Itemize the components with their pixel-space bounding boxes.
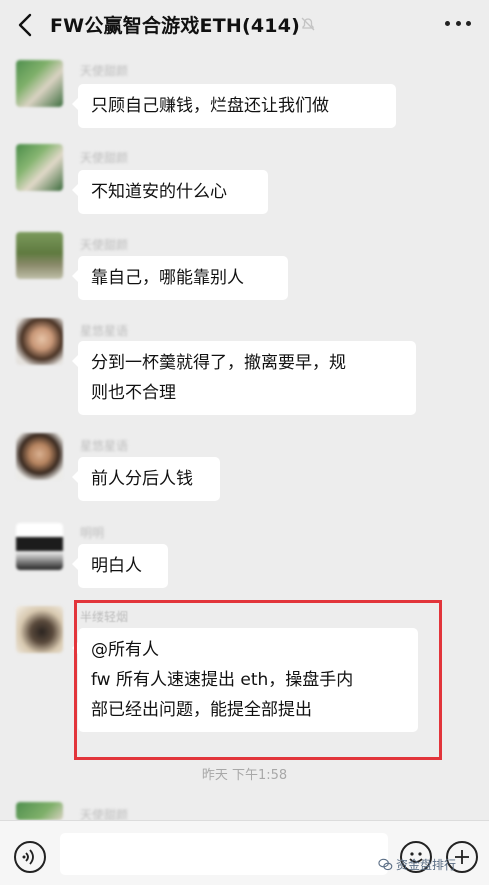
sender-name-blurred: 天使甜颜 [80,64,129,78]
sender-name-blurred: 天使甜颜 [80,151,129,165]
message-text: 靠自己，哪能靠别人 [91,268,244,288]
message-bubble[interactable]: 靠自己，哪能靠别人 [72,256,288,300]
avatar[interactable] [16,523,63,570]
message-text: 不知道安的什么心 [91,182,227,202]
avatar[interactable] [16,606,63,653]
wechat-logo-icon [378,858,393,871]
message-text: 则也不合理 [91,383,176,403]
message-bubble[interactable]: 前人分后人钱 [72,457,220,501]
avatar[interactable] [16,433,63,480]
message-text: 分到一杯羹就得了，撤离要早，规 [91,353,346,373]
message-input[interactable] [60,833,388,875]
message-text: 明白人 [91,556,142,576]
avatar[interactable] [16,60,63,107]
watermark: 资金盘排行 [378,856,456,873]
message-bubble[interactable]: 只顾自己赚钱，烂盘还让我们做 [72,84,396,128]
chat-title: FW公赢智合游戏ETH(414) [50,15,301,37]
avatar[interactable] [16,144,63,191]
message-timestamp: 昨天 下午1:58 [201,768,288,783]
message-text: 只顾自己赚钱，烂盘还让我们做 [91,96,329,116]
sender-name-blurred: 明明 [80,526,105,540]
sender-name-blurred: 星悠星语 [80,324,129,338]
avatar[interactable] [16,232,63,279]
message-bubble[interactable]: 明白人 [72,544,168,588]
avatar[interactable] [16,318,63,365]
chat-header: FW公赢智合游戏ETH(414) [0,0,489,50]
message-text: 前人分后人钱 [91,469,193,489]
sender-name-blurred: 天使甜颜 [80,238,129,252]
sender-name-blurred: 星悠星语 [80,439,129,453]
back-arrow-icon[interactable] [14,12,38,38]
more-options-icon[interactable] [445,21,471,27]
avatar[interactable] [16,802,63,820]
red-highlight-box [74,600,442,760]
mute-bell-icon [300,16,316,32]
message-bubble[interactable]: 不知道安的什么心 [72,170,268,214]
voice-input-icon[interactable] [14,841,46,873]
input-bar [0,820,489,885]
message-bubble[interactable]: 分到一杯羹就得了，撤离要早，规 则也不合理 [72,341,416,415]
watermark-text: 资金盘排行 [396,858,457,872]
